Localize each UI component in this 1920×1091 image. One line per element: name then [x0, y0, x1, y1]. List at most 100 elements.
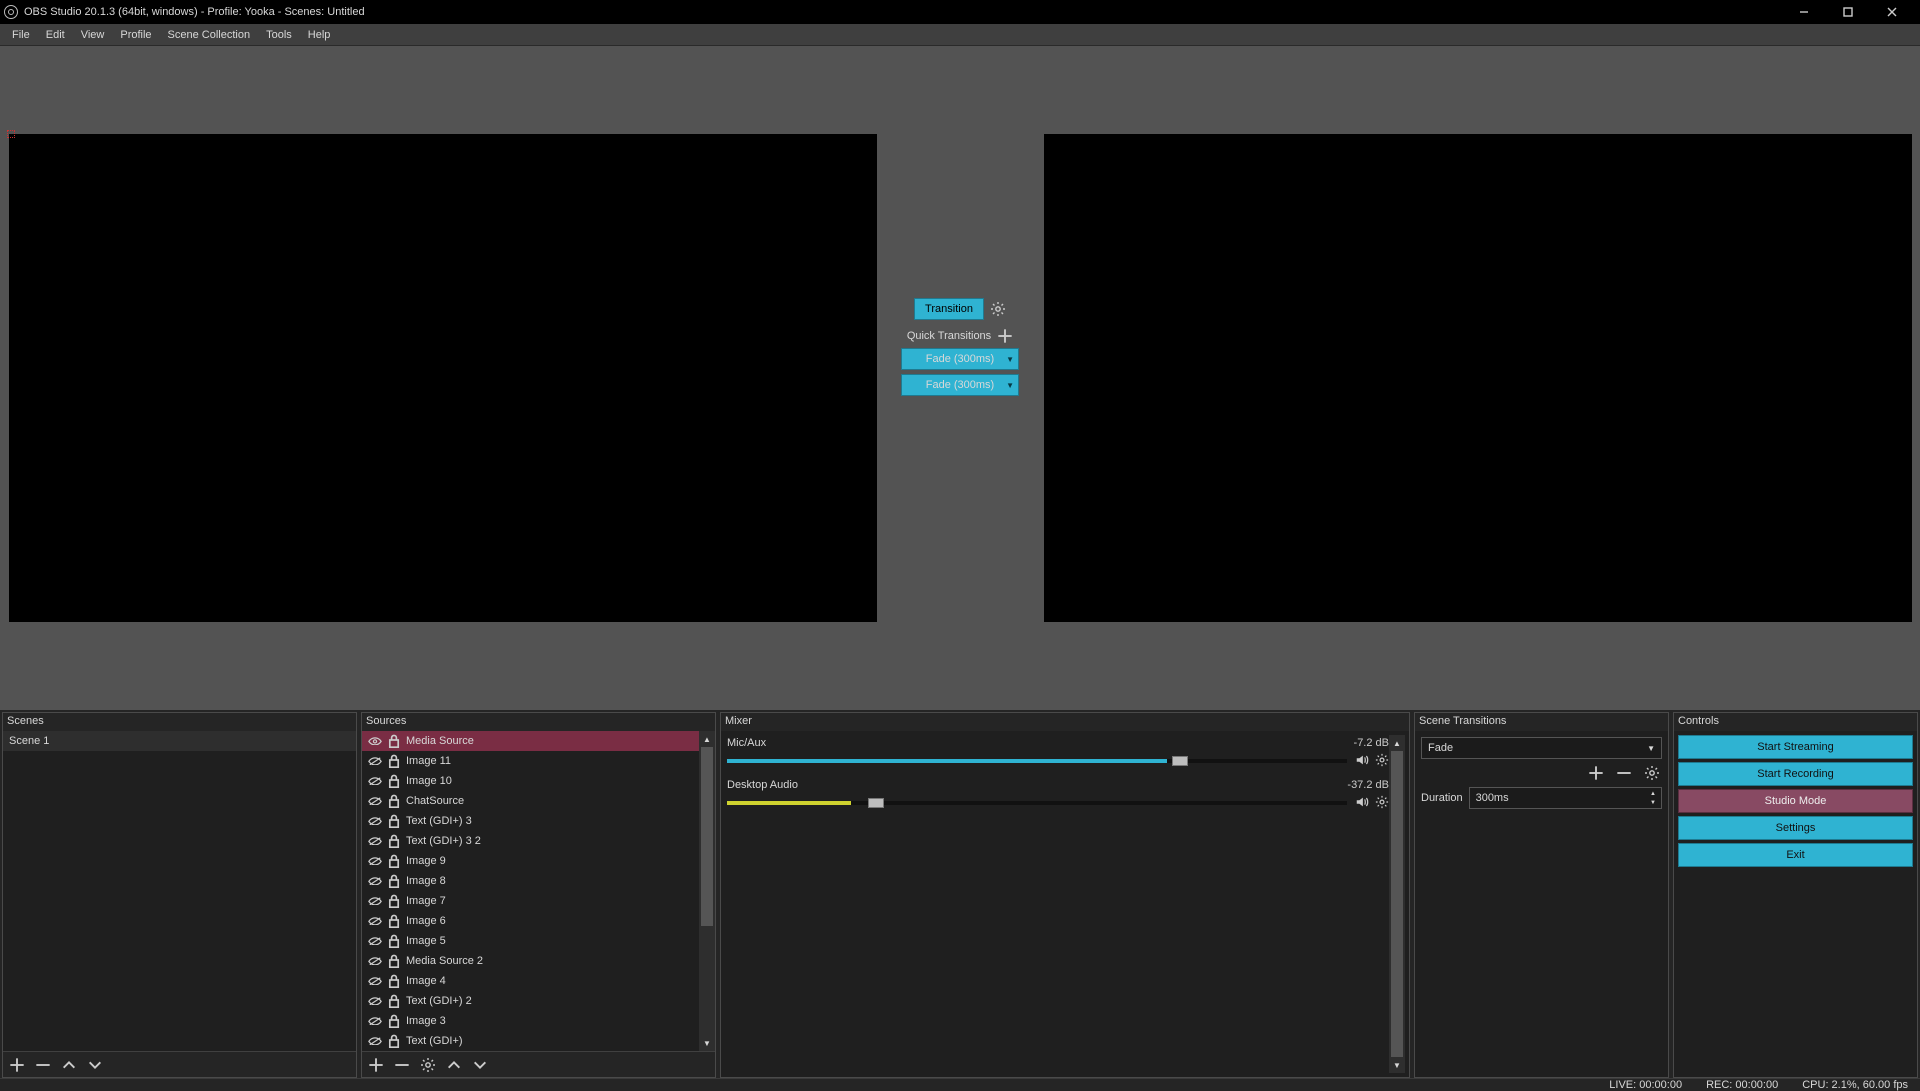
- channel-settings-gear-icon[interactable]: [1375, 753, 1389, 770]
- visibility-eye-icon[interactable]: [368, 897, 382, 906]
- transition-settings-gear-icon[interactable]: [990, 301, 1006, 317]
- add-quick-transition-plus-icon[interactable]: [997, 328, 1013, 344]
- visibility-eye-icon[interactable]: [368, 917, 382, 926]
- program-preview[interactable]: [1035, 46, 1920, 710]
- lock-icon[interactable]: [388, 954, 400, 968]
- scene-item[interactable]: Scene 1: [3, 731, 356, 751]
- lock-icon[interactable]: [388, 1014, 400, 1028]
- studio-mode-button[interactable]: Studio Mode: [1678, 789, 1913, 813]
- lock-icon[interactable]: [388, 894, 400, 908]
- visibility-eye-icon[interactable]: [368, 837, 382, 846]
- exit-button[interactable]: Exit: [1678, 843, 1913, 867]
- source-row[interactable]: Image 7: [362, 891, 699, 911]
- source-row[interactable]: Image 5: [362, 931, 699, 951]
- chevron-down-icon[interactable]: ▼: [1006, 381, 1014, 390]
- duration-spinbox[interactable]: 300ms ▲▼: [1469, 787, 1662, 809]
- add-source-plus-icon[interactable]: [368, 1057, 384, 1073]
- visibility-eye-icon[interactable]: [368, 1037, 382, 1046]
- volume-slider-knob[interactable]: [868, 798, 884, 808]
- lock-icon[interactable]: [388, 814, 400, 828]
- mute-speaker-icon[interactable]: [1355, 753, 1369, 770]
- source-properties-gear-icon[interactable]: [420, 1057, 436, 1073]
- source-row[interactable]: Media Source 2: [362, 951, 699, 971]
- channel-settings-gear-icon[interactable]: [1375, 795, 1389, 812]
- minimize-button[interactable]: [1782, 0, 1826, 24]
- edit-preview[interactable]: [0, 46, 885, 710]
- lock-icon[interactable]: [388, 974, 400, 988]
- close-button[interactable]: [1870, 0, 1914, 24]
- lock-icon[interactable]: [388, 734, 400, 748]
- lock-icon[interactable]: [388, 794, 400, 808]
- lock-icon[interactable]: [388, 874, 400, 888]
- scroll-thumb[interactable]: [701, 747, 713, 926]
- visibility-eye-icon[interactable]: [368, 777, 382, 786]
- visibility-eye-icon[interactable]: [368, 1017, 382, 1026]
- settings-button[interactable]: Settings: [1678, 816, 1913, 840]
- source-row[interactable]: Media Source: [362, 731, 699, 751]
- lock-icon[interactable]: [388, 1034, 400, 1048]
- source-row[interactable]: Text (GDI+) 3 2: [362, 831, 699, 851]
- source-row[interactable]: Image 11: [362, 751, 699, 771]
- visibility-eye-icon[interactable]: [368, 817, 382, 826]
- source-row[interactable]: Image 3: [362, 1011, 699, 1031]
- mixer-scrollbar[interactable]: ▲ ▼: [1389, 735, 1405, 1073]
- lock-icon[interactable]: [388, 994, 400, 1008]
- scroll-thumb[interactable]: [1391, 751, 1403, 1057]
- quick-transition-2[interactable]: Fade (300ms)▼: [901, 374, 1019, 396]
- source-row[interactable]: Image 4: [362, 971, 699, 991]
- source-row[interactable]: Image 6: [362, 911, 699, 931]
- move-scene-up-chevron-icon[interactable]: [61, 1057, 77, 1073]
- menu-help[interactable]: Help: [300, 24, 339, 46]
- move-source-up-chevron-icon[interactable]: [446, 1057, 462, 1073]
- source-row[interactable]: Text (GDI+) 2: [362, 991, 699, 1011]
- lock-icon[interactable]: [388, 934, 400, 948]
- edit-canvas[interactable]: [9, 134, 877, 622]
- chevron-down-icon[interactable]: ▼: [1006, 355, 1014, 364]
- transition-properties-gear-icon[interactable]: [1644, 765, 1660, 781]
- visibility-eye-icon[interactable]: [368, 957, 382, 966]
- spin-up-icon[interactable]: ▲: [1647, 789, 1659, 798]
- spin-down-icon[interactable]: ▼: [1647, 798, 1659, 807]
- visibility-eye-icon[interactable]: [368, 737, 382, 746]
- scroll-down-icon[interactable]: ▼: [699, 1035, 715, 1051]
- move-scene-down-chevron-icon[interactable]: [87, 1057, 103, 1073]
- menu-profile[interactable]: Profile: [112, 24, 159, 46]
- visibility-eye-icon[interactable]: [368, 997, 382, 1006]
- scenes-list[interactable]: Scene 1: [3, 731, 356, 1051]
- source-row[interactable]: ChatSource: [362, 791, 699, 811]
- scroll-up-icon[interactable]: ▲: [1389, 735, 1405, 751]
- scroll-up-icon[interactable]: ▲: [699, 731, 715, 747]
- visibility-eye-icon[interactable]: [368, 937, 382, 946]
- source-row[interactable]: Image 8: [362, 871, 699, 891]
- titlebar[interactable]: OBS Studio 20.1.3 (64bit, windows) - Pro…: [0, 0, 1920, 24]
- menu-scene-collection[interactable]: Scene Collection: [160, 24, 259, 46]
- menu-tools[interactable]: Tools: [258, 24, 300, 46]
- menu-file[interactable]: File: [4, 24, 38, 46]
- move-source-down-chevron-icon[interactable]: [472, 1057, 488, 1073]
- source-row[interactable]: Image 9: [362, 851, 699, 871]
- visibility-eye-icon[interactable]: [368, 757, 382, 766]
- transition-button[interactable]: Transition: [914, 298, 984, 320]
- lock-icon[interactable]: [388, 754, 400, 768]
- lock-icon[interactable]: [388, 854, 400, 868]
- maximize-button[interactable]: [1826, 0, 1870, 24]
- lock-icon[interactable]: [388, 834, 400, 848]
- mute-speaker-icon[interactable]: [1355, 795, 1369, 812]
- menu-view[interactable]: View: [73, 24, 113, 46]
- sources-list[interactable]: Media SourceImage 11Image 10ChatSourceTe…: [362, 731, 699, 1051]
- source-row[interactable]: Text (GDI+) 3: [362, 811, 699, 831]
- scroll-down-icon[interactable]: ▼: [1389, 1057, 1405, 1073]
- lock-icon[interactable]: [388, 914, 400, 928]
- remove-transition-minus-icon[interactable]: [1616, 765, 1632, 781]
- lock-icon[interactable]: [388, 774, 400, 788]
- source-row[interactable]: Text (GDI+): [362, 1031, 699, 1051]
- visibility-eye-icon[interactable]: [368, 877, 382, 886]
- start-recording-button[interactable]: Start Recording: [1678, 762, 1913, 786]
- visibility-eye-icon[interactable]: [368, 977, 382, 986]
- visibility-eye-icon[interactable]: [368, 797, 382, 806]
- add-transition-plus-icon[interactable]: [1588, 765, 1604, 781]
- transition-combo[interactable]: Fade ▼: [1421, 737, 1662, 759]
- add-scene-plus-icon[interactable]: [9, 1057, 25, 1073]
- sources-scrollbar[interactable]: ▲ ▼: [699, 731, 715, 1051]
- visibility-eye-icon[interactable]: [368, 857, 382, 866]
